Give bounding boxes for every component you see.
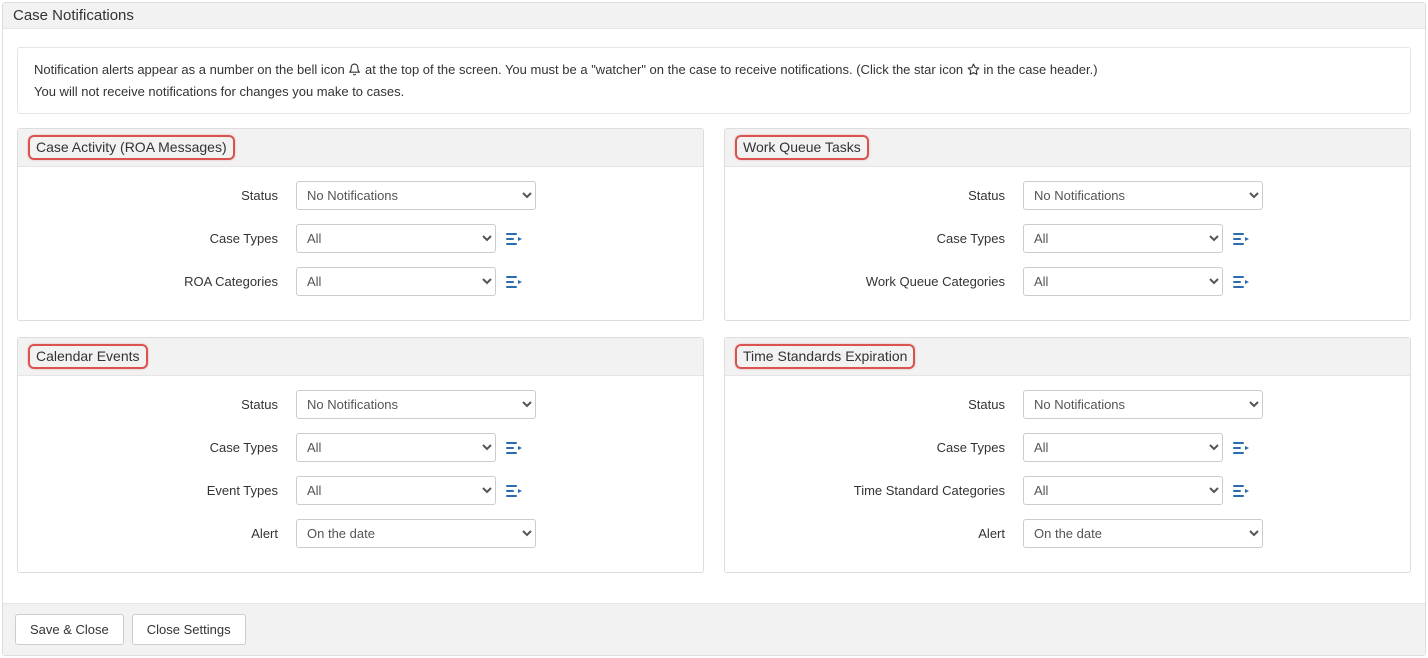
- select-wq-status[interactable]: No Notifications: [1023, 181, 1263, 210]
- panel-header-calendar: Calendar Events: [18, 338, 703, 376]
- list-options-icon[interactable]: [506, 484, 522, 498]
- label-ts-case-types: Case Types: [743, 440, 1023, 455]
- panel-calendar-events: Calendar Events Status No Notifications: [17, 337, 704, 573]
- select-wq-case-types[interactable]: All: [1023, 224, 1223, 253]
- label-ca-status: Status: [36, 188, 296, 203]
- select-ts-case-types[interactable]: All: [1023, 433, 1223, 462]
- list-options-icon[interactable]: [1233, 275, 1249, 289]
- list-options-icon[interactable]: [506, 441, 522, 455]
- label-wq-status: Status: [743, 188, 1023, 203]
- intro-text-1c: in the case header.): [983, 62, 1097, 77]
- label-wq-categories: Work Queue Categories: [743, 274, 1023, 289]
- select-ce-case-types[interactable]: All: [296, 433, 496, 462]
- select-ce-status[interactable]: No Notifications: [296, 390, 536, 419]
- save-close-button[interactable]: Save & Close: [15, 614, 124, 645]
- label-ce-case-types: Case Types: [36, 440, 296, 455]
- select-wq-categories[interactable]: All: [1023, 267, 1223, 296]
- intro-line-2: You will not receive notifications for c…: [34, 82, 1394, 102]
- select-ca-status[interactable]: No Notifications: [296, 181, 536, 210]
- panel-title-work-queue: Work Queue Tasks: [735, 135, 869, 160]
- label-ca-case-types: Case Types: [36, 231, 296, 246]
- list-options-icon[interactable]: [1233, 441, 1249, 455]
- panel-time-standards: Time Standards Expiration Status No Noti…: [724, 337, 1411, 573]
- bell-icon: [348, 62, 361, 82]
- label-ce-event-types: Event Types: [36, 483, 296, 498]
- case-notifications-panel: Case Notifications Notification alerts a…: [2, 2, 1426, 656]
- label-ts-status: Status: [743, 397, 1023, 412]
- panel-case-activity: Case Activity (ROA Messages) Status No N…: [17, 128, 704, 321]
- close-settings-button[interactable]: Close Settings: [132, 614, 246, 645]
- select-ce-alert[interactable]: On the date: [296, 519, 536, 548]
- content-area: Notification alerts appear as a number o…: [3, 29, 1425, 603]
- panel-header-work-queue: Work Queue Tasks: [725, 129, 1410, 167]
- select-ca-roa-categories[interactable]: All: [296, 267, 496, 296]
- intro-text-1b: at the top of the screen. You must be a …: [365, 62, 967, 77]
- select-ce-event-types[interactable]: All: [296, 476, 496, 505]
- label-ts-alert: Alert: [743, 526, 1023, 541]
- list-options-icon[interactable]: [1233, 484, 1249, 498]
- intro-text-box: Notification alerts appear as a number o…: [17, 47, 1411, 114]
- label-ce-alert: Alert: [36, 526, 296, 541]
- label-ca-roa-categories: ROA Categories: [36, 274, 296, 289]
- list-options-icon[interactable]: [1233, 232, 1249, 246]
- label-ts-categories: Time Standard Categories: [743, 483, 1023, 498]
- panel-header-case-activity: Case Activity (ROA Messages): [18, 129, 703, 167]
- panel-title-case-activity: Case Activity (ROA Messages): [28, 135, 235, 160]
- select-ts-categories[interactable]: All: [1023, 476, 1223, 505]
- select-ts-status[interactable]: No Notifications: [1023, 390, 1263, 419]
- panel-header-time-standards: Time Standards Expiration: [725, 338, 1410, 376]
- panel-work-queue: Work Queue Tasks Status No Notifications: [724, 128, 1411, 321]
- list-options-icon[interactable]: [506, 275, 522, 289]
- label-ce-status: Status: [36, 397, 296, 412]
- page-title: Case Notifications: [3, 3, 1425, 29]
- list-options-icon[interactable]: [506, 232, 522, 246]
- star-icon: [967, 62, 980, 82]
- select-ca-case-types[interactable]: All: [296, 224, 496, 253]
- panel-title-calendar: Calendar Events: [28, 344, 148, 369]
- footer-bar: Save & Close Close Settings: [3, 603, 1425, 655]
- intro-text-1a: Notification alerts appear as a number o…: [34, 62, 348, 77]
- intro-line-1: Notification alerts appear as a number o…: [34, 60, 1394, 82]
- label-wq-case-types: Case Types: [743, 231, 1023, 246]
- select-ts-alert[interactable]: On the date: [1023, 519, 1263, 548]
- panel-title-time-standards: Time Standards Expiration: [735, 344, 915, 369]
